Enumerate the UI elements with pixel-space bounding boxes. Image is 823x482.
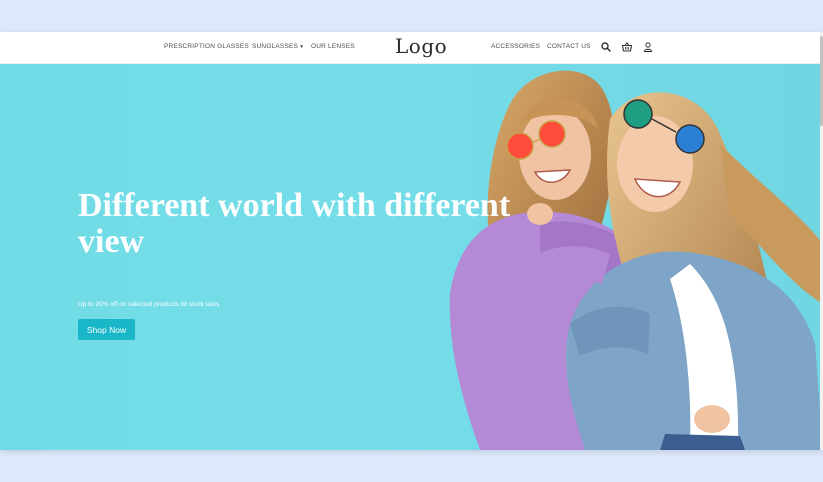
- hero-subtitle: Up to 20% off on selected products till …: [78, 301, 220, 308]
- nav-contact-us[interactable]: CONTACT US: [547, 43, 591, 50]
- nav-our-lenses[interactable]: OUR LENSES: [311, 43, 355, 50]
- top-navbar: PRESCRIPTION GLASSES SUNGLASSES▼ OUR LEN…: [0, 32, 823, 64]
- site-logo[interactable]: Logo: [395, 34, 447, 58]
- nav-accessories[interactable]: ACCESSORIES: [491, 43, 540, 50]
- user-icon[interactable]: [642, 41, 654, 53]
- hero-title: Different world with different view: [78, 187, 511, 260]
- nav-sunglasses[interactable]: SUNGLASSES▼: [252, 43, 304, 50]
- nav-prescription-glasses[interactable]: PRESCRIPTION GLASSES: [164, 43, 249, 50]
- search-icon[interactable]: [600, 41, 612, 53]
- basket-icon[interactable]: [621, 41, 633, 53]
- shop-now-button[interactable]: Shop Now: [78, 319, 135, 340]
- hero-banner: Different world with different view Up t…: [0, 64, 823, 450]
- caret-down-icon: ▼: [299, 44, 305, 50]
- browser-viewport: PRESCRIPTION GLASSES SUNGLASSES▼ OUR LEN…: [0, 32, 823, 450]
- nav-sunglasses-label: SUNGLASSES: [252, 43, 299, 50]
